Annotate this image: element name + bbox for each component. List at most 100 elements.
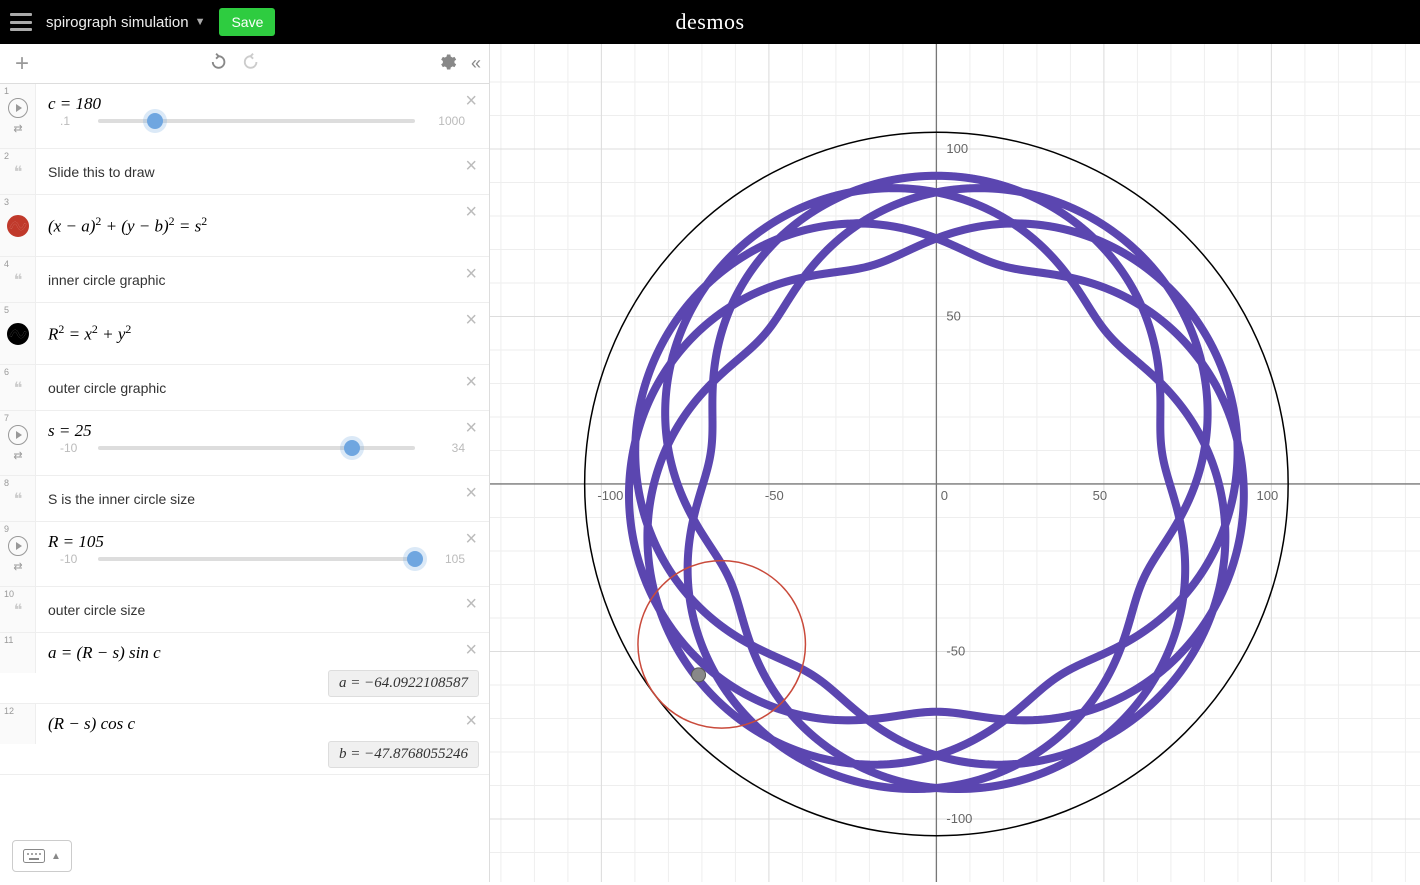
quote-icon: ❝ [14,162,23,182]
loop-icon[interactable]: ⇄ [13,560,22,573]
curve-icon[interactable] [7,323,29,345]
quote-icon: ❝ [14,489,23,509]
svg-text:-50: -50 [946,643,965,658]
expression-row[interactable]: 5 R2 = x2 + y2× [0,303,489,365]
slider-min[interactable]: -10 [60,441,88,455]
chevron-up-icon: ▲ [51,851,61,862]
slider-track[interactable] [98,119,415,123]
slider-max[interactable]: 34 [425,441,465,455]
menu-icon[interactable] [10,13,32,31]
math-expression[interactable]: R = 105 [48,532,477,552]
slider-thumb[interactable] [407,551,423,567]
math-expression[interactable]: (R − s) cos c [48,714,477,734]
brand-logo: desmos [676,9,745,35]
play-icon[interactable] [8,536,28,556]
row-number: 5 [4,305,9,315]
row-number: 2 [4,151,9,161]
expression-row[interactable]: 2 ❝ Slide this to draw× [0,149,489,195]
row-number: 8 [4,478,9,488]
keyboard-toggle-button[interactable]: ▲ [12,840,72,872]
expression-row[interactable]: 1 ⇄ c = 180.1 1000× [0,84,489,149]
delete-row-icon[interactable]: × [465,263,477,286]
row-number: 1 [4,86,9,96]
svg-text:-100: -100 [597,488,623,503]
svg-text:100: 100 [946,141,968,156]
row-number: 12 [4,706,14,716]
loop-icon[interactable]: ⇄ [13,449,22,462]
delete-row-icon[interactable]: × [465,155,477,178]
row-number: 9 [4,524,9,534]
expression-row[interactable]: 4 ❝ inner circle graphic× [0,257,489,303]
gear-icon[interactable] [437,52,457,75]
expression-row[interactable]: 3 (x − a)2 + (y − b)2 = s2× [0,195,489,257]
expression-row[interactable]: 9 ⇄ R = 105-10 105× [0,522,489,587]
math-expression[interactable]: (x − a)2 + (y − b)2 = s2 [48,214,477,237]
quote-icon: ❝ [14,378,23,398]
row-number: 3 [4,197,9,207]
row-number: 11 [4,635,13,645]
quote-icon: ❝ [14,270,23,290]
delete-row-icon[interactable]: × [465,201,477,224]
note-text[interactable]: inner circle graphic [48,272,477,288]
expression-row[interactable]: 11 a = (R − s) sin c a = −64.0922108587 × [0,633,489,704]
row-number: 6 [4,367,9,377]
delete-row-icon[interactable]: × [465,371,477,394]
svg-text:-100: -100 [946,811,972,826]
graph-canvas[interactable]: -100 -50 0 50 100 -100 -50 50 100 [490,44,1420,882]
add-expression-button[interactable]: + [8,50,36,78]
row-number: 7 [4,413,9,423]
note-text[interactable]: outer circle size [48,602,477,618]
title-caret-icon[interactable]: ▼ [195,16,206,28]
play-icon[interactable] [8,425,28,445]
main-area: + « 1⇄c = 180.11000×2❝Slide this to draw… [0,44,1420,882]
expression-row[interactable]: 8 ❝ S is the inner circle size× [0,476,489,522]
expression-list[interactable]: 1⇄c = 180.11000×2❝Slide this to draw×3(x… [0,84,489,882]
slider-thumb[interactable] [147,113,163,129]
expression-row[interactable]: 10❝outer circle size× [0,587,489,633]
play-icon[interactable] [8,98,28,118]
svg-text:-50: -50 [765,488,784,503]
svg-text:50: 50 [946,308,960,323]
note-text[interactable]: outer circle graphic [48,380,477,396]
graph-title[interactable]: spirograph simulation [46,14,189,31]
output-value: a = −64.0922108587 [328,670,479,697]
row-number: 10 [4,589,14,599]
redo-icon[interactable] [240,52,260,75]
slider-min[interactable]: -10 [60,552,88,566]
expression-row[interactable]: 7 ⇄ s = 25-10 34× [0,411,489,476]
svg-text:0: 0 [941,488,948,503]
delete-row-icon[interactable]: × [465,528,477,551]
note-text[interactable]: S is the inner circle size [48,491,477,507]
curve-icon[interactable] [7,215,29,237]
app-header: spirograph simulation ▼ Save desmos [0,0,1420,44]
slider-thumb[interactable] [344,440,360,456]
math-expression[interactable]: s = 25 [48,421,477,441]
svg-text:100: 100 [1257,488,1279,503]
slider-max[interactable]: 1000 [425,114,465,128]
delete-row-icon[interactable]: × [465,482,477,505]
slider-max[interactable]: 105 [425,552,465,566]
expression-row[interactable]: 6 ❝ outer circle graphic× [0,365,489,411]
delete-row-icon[interactable]: × [465,309,477,332]
save-button[interactable]: Save [219,8,275,36]
expression-panel: + « 1⇄c = 180.11000×2❝Slide this to draw… [0,44,490,882]
loop-icon[interactable]: ⇄ [13,122,22,135]
delete-row-icon[interactable]: × [465,639,477,662]
delete-row-icon[interactable]: × [465,710,477,733]
slider-track[interactable] [98,446,415,450]
slider-track[interactable] [98,557,415,561]
note-text[interactable]: Slide this to draw [48,164,477,180]
svg-text:50: 50 [1093,488,1107,503]
math-expression[interactable]: a = (R − s) sin c [48,643,477,663]
delete-row-icon[interactable]: × [465,417,477,440]
keyboard-icon [23,849,45,863]
slider-min[interactable]: .1 [60,114,88,128]
undo-icon[interactable] [208,52,228,75]
delete-row-icon[interactable]: × [465,593,477,616]
math-expression[interactable]: R2 = x2 + y2 [48,322,477,345]
math-expression[interactable]: c = 180 [48,94,477,114]
collapse-panel-icon[interactable]: « [471,53,481,74]
delete-row-icon[interactable]: × [465,90,477,113]
row-number: 4 [4,259,9,269]
expression-row[interactable]: 12(R − s) cos cb = −47.8768055246× [0,704,489,775]
